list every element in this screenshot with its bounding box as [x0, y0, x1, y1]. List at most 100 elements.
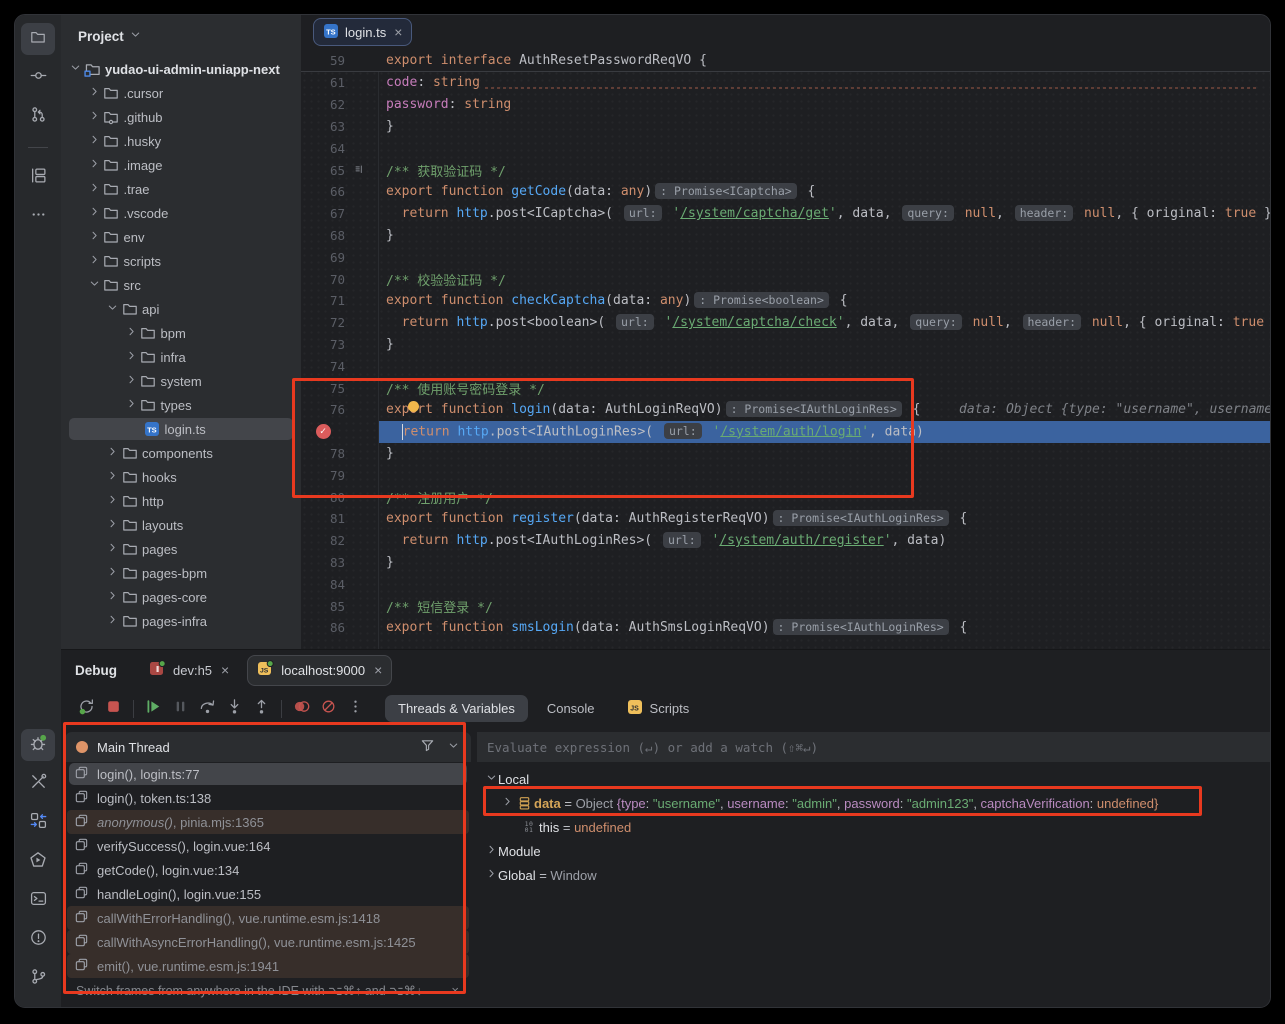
code-line-63[interactable]: 63} [301, 116, 1271, 138]
run-tab-dev-h5[interactable]: dev:h5× [139, 655, 239, 686]
activity-terminal-button[interactable] [21, 885, 55, 917]
activity-services-button[interactable] [21, 807, 55, 839]
tree-item-.trae[interactable]: .trae [61, 177, 301, 201]
frame-row[interactable]: login(), login.ts:77 [65, 762, 471, 786]
variables-row-data-variable[interactable]: data = Object {type: "username", usernam… [477, 791, 1271, 815]
frame-row[interactable]: verifySuccess(), login.vue:164 [65, 834, 471, 858]
step-into-button[interactable] [221, 697, 248, 721]
tree-item-http[interactable]: http [61, 489, 301, 513]
tree-item-pages[interactable]: pages [61, 537, 301, 561]
tree-item-.cursor[interactable]: .cursor [61, 81, 301, 105]
tree-item-components[interactable]: components [61, 441, 301, 465]
code-line-62[interactable]: 62password: string [301, 94, 1271, 116]
tab-threads-variables[interactable]: Threads & Variables [385, 695, 528, 722]
code-line-79[interactable]: 79 [301, 464, 1271, 486]
tree-item-login.ts[interactable]: TSlogin.ts [61, 417, 301, 441]
code-area[interactable]: 59export interface AuthResetPasswordReqV… [301, 49, 1271, 649]
rerun-button[interactable] [73, 697, 100, 721]
activity-more-button[interactable] [21, 201, 55, 233]
close-icon[interactable]: × [451, 983, 459, 998]
variables-row-global-group[interactable]: Global = Window [477, 863, 1271, 887]
tree-item-layouts[interactable]: layouts [61, 513, 301, 537]
code-line-72[interactable]: 72 return http.post<boolean>( url: '/sys… [301, 312, 1271, 334]
activity-debug-button[interactable] [21, 729, 55, 761]
activity-run-button[interactable] [21, 846, 55, 878]
code-line-61[interactable]: 61code: string [301, 72, 1271, 94]
tree-item-api[interactable]: api [61, 297, 301, 321]
tree-item-pages-bpm[interactable]: pages-bpm [61, 561, 301, 585]
breakpoint-icon[interactable]: ✓ [316, 424, 331, 439]
frame-row[interactable]: callWithAsyncErrorHandling(), vue.runtim… [65, 930, 471, 954]
tab-scripts[interactable]: JSScripts [614, 695, 703, 722]
tree-item-src[interactable]: src [61, 273, 301, 297]
frame-row[interactable]: callWithErrorHandling(), vue.runtime.esm… [65, 906, 471, 930]
activity-problems-button[interactable] [21, 924, 55, 956]
chevron-down-icon[interactable] [447, 739, 460, 755]
code-line-80[interactable]: 80/** 注册用户 */ [301, 486, 1271, 508]
tab-console[interactable]: Console [534, 695, 608, 722]
code-line-81[interactable]: 81export function register(data: AuthReg… [301, 508, 1271, 530]
variables-row-this-variable[interactable]: 10 01this = undefined [477, 815, 1271, 839]
project-panel-header[interactable]: Project [61, 15, 301, 57]
breakpoints-muted-button[interactable] [315, 697, 342, 721]
tree-item-pages-core[interactable]: pages-core [61, 585, 301, 609]
activity-version-control-button[interactable] [21, 963, 55, 995]
code-line-76[interactable]: 76export function login(data: AuthLoginR… [301, 399, 1271, 421]
tree-item-.vscode[interactable]: .vscode [61, 201, 301, 225]
code-line-73[interactable]: 73} [301, 334, 1271, 356]
activity-build-tools-button[interactable] [21, 768, 55, 800]
stop-button[interactable] [100, 697, 127, 721]
tree-item-pages-infra[interactable]: pages-infra [61, 609, 301, 633]
activity-commit-button[interactable] [21, 62, 55, 94]
code-line-82[interactable]: 82 return http.post<IAuthLoginRes>( url:… [301, 530, 1271, 552]
code-line-69[interactable]: 69 [301, 246, 1271, 268]
frame-row[interactable]: anonymous(), pinia.mjs:1365 [65, 810, 471, 834]
code-line-65[interactable]: 65/** 获取验证码 */ [301, 159, 1271, 181]
tree-item-scripts[interactable]: scripts [61, 249, 301, 273]
code-line-66[interactable]: 66export function getCode(data: any): Pr… [301, 181, 1271, 203]
tree-item-system[interactable]: system [61, 369, 301, 393]
code-line-64[interactable]: 64 [301, 137, 1271, 159]
evaluate-expression-input[interactable]: Evaluate expression (↵) or add a watch (… [477, 732, 1271, 762]
code-line-78[interactable]: 78} [301, 443, 1271, 465]
variables-row-local-group[interactable]: Local [477, 767, 1271, 791]
code-line-74[interactable]: 74 [301, 355, 1271, 377]
tree-item-hooks[interactable]: hooks [61, 465, 301, 489]
more-options-button[interactable] [342, 697, 369, 721]
resume-button[interactable] [140, 697, 167, 721]
code-line-75[interactable]: 75/** 使用账号密码登录 */ [301, 377, 1271, 399]
thread-header[interactable]: Main Thread [65, 732, 471, 762]
code-line-83[interactable]: 83} [301, 552, 1271, 574]
activity-project-button[interactable] [21, 23, 55, 55]
tree-item-yudao-ui-admin-uniapp-next[interactable]: yudao-ui-admin-uniapp-next [61, 57, 301, 81]
code-line-71[interactable]: 71export function checkCaptcha(data: any… [301, 290, 1271, 312]
filter-icon[interactable] [420, 738, 435, 756]
frame-row[interactable]: handleLogin(), login.vue:155 [65, 882, 471, 906]
activity-pull-requests-button[interactable] [21, 101, 55, 133]
tree-item-env[interactable]: env [61, 225, 301, 249]
run-tab-localhost-9000[interactable]: JSlocalhost:9000× [247, 655, 392, 686]
tree-item-.image[interactable]: .image [61, 153, 301, 177]
tree-item-types[interactable]: types [61, 393, 301, 417]
tree-item-infra[interactable]: infra [61, 345, 301, 369]
mute-breakpoints-button[interactable] [288, 697, 315, 721]
close-icon[interactable]: × [394, 25, 402, 39]
code-line-85[interactable]: 85/** 短信登录 */ [301, 595, 1271, 617]
frame-row[interactable]: emit(), vue.runtime.esm.js:1941 [65, 954, 471, 978]
code-line-67[interactable]: 67 return http.post<ICaptcha>( url: '/sy… [301, 203, 1271, 225]
code-line-86[interactable]: 86export function smsLogin(data: AuthSms… [301, 617, 1271, 639]
pause-button[interactable] [167, 697, 194, 721]
step-over-button[interactable] [194, 697, 221, 721]
activity-structure-button[interactable] [21, 162, 55, 194]
variables-row-module-group[interactable]: Module [477, 839, 1271, 863]
frame-row[interactable]: getCode(), login.vue:134 [65, 858, 471, 882]
tree-item-.husky[interactable]: .husky [61, 129, 301, 153]
code-line-77[interactable]: ✓ return http.post<IAuthLoginRes>( url: … [301, 421, 1271, 443]
tree-item-bpm[interactable]: bpm [61, 321, 301, 345]
code-line-84[interactable]: 84 [301, 573, 1271, 595]
frame-row[interactable]: login(), token.ts:138 [65, 786, 471, 810]
editor-tab-login-ts[interactable]: TS login.ts × [313, 18, 412, 46]
code-line-70[interactable]: 70/** 校验验证码 */ [301, 268, 1271, 290]
code-line-59[interactable]: 59export interface AuthResetPasswordReqV… [301, 49, 1271, 72]
step-out-button[interactable] [248, 697, 275, 721]
